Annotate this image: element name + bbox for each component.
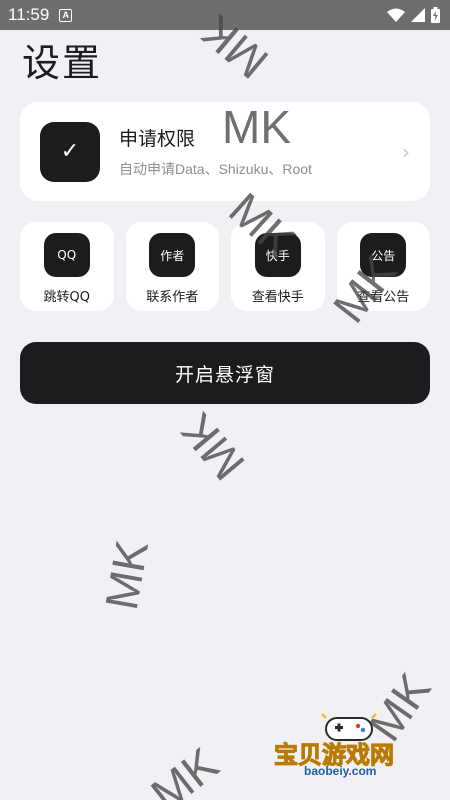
enable-floating-window-button[interactable]: 开启悬浮窗: [20, 342, 430, 404]
quick-action-label: 联系作者: [146, 290, 199, 305]
watermark-mk: MK: [141, 737, 228, 800]
watermark-mk: MK: [94, 536, 159, 614]
site-logo: 宝贝游戏网 baobeiy.com: [270, 705, 430, 795]
view-kuaishou-button[interactable]: 快手 查看快手: [231, 222, 325, 311]
permission-subtitle: 自动申请Data、Shizuku、Root: [119, 161, 312, 177]
announcement-icon: 公告: [360, 233, 407, 277]
kuaishou-icon: 快手: [254, 233, 301, 277]
logo-url: baobeiy.com: [304, 764, 377, 778]
quick-action-label: 查看快手: [251, 290, 304, 305]
status-left: 11:59 A: [8, 5, 73, 25]
wifi-icon: [387, 8, 405, 22]
request-permission-card[interactable]: ✓ 申请权限 自动申请Data、Shizuku、Root ›: [20, 102, 430, 201]
qq-icon: QQ: [43, 233, 90, 277]
quick-action-label: 跳转QQ: [43, 290, 90, 305]
signal-icon: [411, 8, 425, 22]
chevron-right-icon: ›: [402, 139, 410, 164]
status-right: [387, 7, 440, 23]
notification-a-icon: A: [59, 8, 73, 22]
watermark-mk: MK: [170, 403, 255, 491]
quick-actions-row: QQ 跳转QQ 作者 联系作者 快手 查看快手 公告 查看公告: [20, 222, 430, 311]
quick-action-label: 查看公告: [357, 290, 410, 305]
battery-icon: [431, 7, 440, 23]
check-icon: ✓: [40, 121, 100, 182]
jump-qq-button[interactable]: QQ 跳转QQ: [20, 222, 114, 311]
status-bar: 11:59 A: [0, 0, 450, 30]
view-announcement-button[interactable]: 公告 查看公告: [336, 222, 430, 311]
permission-title: 申请权限: [119, 128, 196, 150]
status-time: 11:59: [8, 5, 50, 24]
author-icon: 作者: [149, 233, 196, 277]
contact-author-button[interactable]: 作者 联系作者: [125, 222, 219, 311]
permission-text: 申请权限 自动申请Data、Shizuku、Root: [119, 124, 402, 179]
page-title: 设置: [22, 41, 103, 85]
